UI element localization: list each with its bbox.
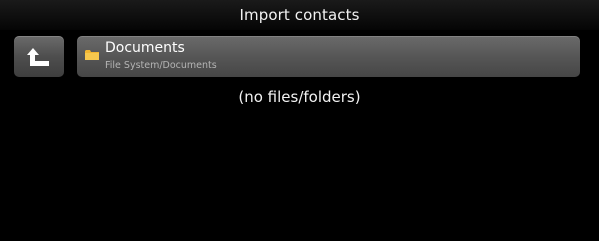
header-bar: Import contacts	[0, 0, 599, 30]
up-arrow-icon	[27, 47, 49, 66]
folder-name: Documents	[105, 40, 185, 56]
folder-icon	[85, 50, 99, 60]
page-title: Import contacts	[239, 6, 360, 24]
up-folder-button[interactable]	[14, 36, 64, 77]
folder-path: File System/Documents	[105, 60, 217, 71]
empty-folder-message: (no files/folders)	[238, 88, 361, 106]
import-contacts-screen: Import contacts Documents File System/Do…	[0, 0, 599, 241]
folder-item-documents[interactable]: Documents File System/Documents	[77, 36, 580, 77]
